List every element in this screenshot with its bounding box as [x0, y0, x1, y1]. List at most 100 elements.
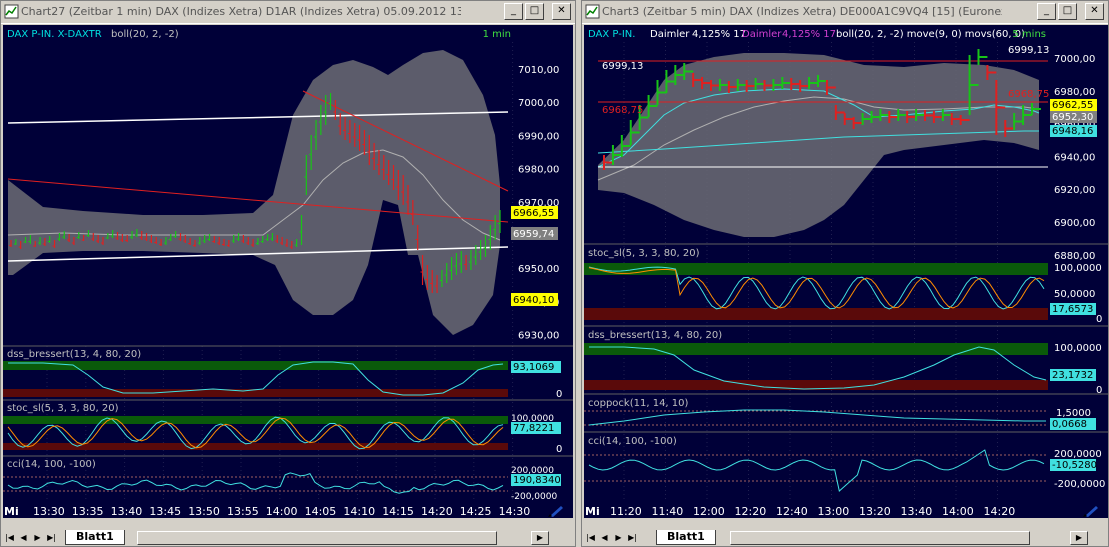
scroll-right-icon[interactable]: ▶ [531, 531, 549, 545]
right-time-tick: 12:20 [735, 505, 767, 518]
left-chart-area[interactable]: DAX P-IN. X-DAXTR boll(20, 2, -2) 1 min … [3, 25, 573, 503]
right-header-stock2: Daimler [742, 29, 782, 40]
chart-window-icon [585, 4, 600, 19]
left-time-tick: 13:30 [33, 505, 65, 518]
left-time-tick: 14:15 [382, 505, 414, 518]
boll-mid-label: 6952,30 [1052, 112, 1093, 123]
left-interval: 1 min [483, 29, 511, 40]
cci-line [588, 449, 1045, 492]
right-time-tick: 13:20 [859, 505, 891, 518]
left-price-tick: 6930,00 [518, 331, 559, 342]
close-icon[interactable]: ✕ [552, 3, 571, 20]
left-title-bar[interactable]: Chart27 (Zeitbar 1 min) DAX (Indizes Xet… [1, 1, 575, 24]
left-cci-title: cci(14, 100, -100) [7, 459, 96, 470]
scroll-right-icon[interactable]: ▶ [1070, 531, 1088, 545]
left-sheet-tab[interactable]: Blatt1 [65, 530, 125, 545]
right-header-stock: Daimler [650, 29, 690, 40]
coppock-axis-top: 1,5000 [1056, 408, 1091, 419]
left-dss-title: dss_bressert(13, 4, 80, 20) [7, 349, 141, 360]
low-price-label: 6940,10 [513, 295, 554, 306]
cci-axis-bottom: -200,0000 [511, 492, 557, 502]
dss-axis-top: 100,0000 [1054, 343, 1102, 354]
right-time-tick: 12:40 [776, 505, 808, 518]
left-time-tick: 14:25 [460, 505, 492, 518]
right-time-tick: 11:40 [652, 505, 684, 518]
stoc-axis-top: 100,0000 [1054, 263, 1102, 274]
right-time-tick: 11:20 [610, 505, 642, 518]
left-time-prefix-label: Mi [4, 505, 19, 518]
right-chart-area[interactable]: DAX P-IN. Daimler 4,125% 17 Daimler 4,12… [584, 25, 1108, 503]
maximize-icon[interactable]: □ [525, 3, 544, 20]
left-chart-canvas[interactable]: DAX P-IN. X-DAXTR boll(20, 2, -2) 1 min … [3, 25, 573, 503]
prev-sheet-icon[interactable]: ◀ [17, 532, 30, 545]
right-interval: 5 mins [1012, 29, 1046, 40]
right-header-indicators: boll(20, 2, -2) move(9, 0) movs(60, 0) [836, 29, 1025, 40]
annotation-mid-right: 6968,75 [1008, 89, 1049, 100]
left-sheet-tabs: |◀ ◀ ▶ ▶| Blatt1 ▶ [1, 530, 575, 546]
first-sheet-icon[interactable]: |◀ [3, 532, 16, 545]
left-horizontal-scrollbar[interactable] [137, 531, 497, 545]
cci-axis-top: 200,0000 [511, 466, 554, 476]
cci-axis-bottom: -200,0000 [1054, 479, 1105, 490]
right-price-axis: 7000,006980,006960,006940,006920,006900,… [1054, 54, 1095, 262]
last-sheet-icon[interactable]: ▶| [626, 532, 639, 545]
right-price-tick: 6940,00 [1054, 152, 1095, 163]
right-price-tick: 6980,00 [1054, 87, 1095, 98]
stoc-axis-zero: 0 [556, 444, 562, 455]
dss-value: 93,1069 [513, 362, 554, 373]
right-cci-title: cci(14, 100, -100) [588, 436, 677, 447]
close-icon[interactable]: ✕ [1085, 3, 1104, 20]
left-price-tick: 6980,00 [518, 165, 559, 176]
maximize-icon[interactable]: □ [1058, 3, 1077, 20]
next-sheet-icon[interactable]: ▶ [31, 532, 44, 545]
right-horizontal-scrollbar[interactable] [730, 531, 1030, 545]
right-time-tick: 12:00 [693, 505, 725, 518]
stoc-oversold-zone [584, 308, 1048, 320]
stoc-overbought-zone [584, 263, 1048, 275]
right-price-tick: 7000,00 [1054, 54, 1095, 65]
left-header-indicator: boll(20, 2, -2) [111, 29, 179, 40]
left-window-title: Chart27 (Zeitbar 1 min) DAX (Indizes Xet… [21, 5, 461, 18]
cci-line [7, 472, 504, 494]
pen-icon[interactable] [1082, 503, 1100, 518]
annotation-mid-left: 6968,75 [602, 105, 643, 116]
right-time-axis-row: Mi 11:20 11:40 12:00 12:20 12:40 13:00 13:20 13… [584, 503, 1108, 518]
first-sheet-icon[interactable]: |◀ [584, 532, 597, 545]
last-price-label: 6966,55 [513, 208, 554, 219]
left-time-tick: 13:40 [111, 505, 143, 518]
right-chart-window: Chart3 (Zeitbar 5 min) DAX (Indizes Xetr… [581, 0, 1109, 547]
minimize-icon[interactable]: _ [1037, 3, 1056, 20]
cci-value: -10,5280 [1052, 460, 1097, 471]
left-stoc-title: stoc_sl(5, 3, 3, 80, 20) [7, 403, 119, 414]
right-time-tick: 13:40 [901, 505, 933, 518]
stoc-axis-mid: 50,0000 [1054, 289, 1095, 300]
left-price-tick: 7010,00 [518, 65, 559, 76]
left-time-axis-row: Mi 13:30 13:35 13:40 13:45 13:50 13:55 14:00 14… [3, 503, 573, 518]
right-price-tick: 6920,00 [1054, 185, 1095, 196]
minimize-icon[interactable]: _ [504, 3, 523, 20]
right-time-tick: 14:00 [942, 505, 974, 518]
right-chart-canvas[interactable]: DAX P-IN. Daimler 4,125% 17 Daimler 4,12… [584, 25, 1108, 503]
last-sheet-icon[interactable]: ▶| [45, 532, 58, 545]
right-title-bar[interactable]: Chart3 (Zeitbar 5 min) DAX (Indizes Xetr… [582, 1, 1108, 24]
next-sheet-icon[interactable]: ▶ [612, 532, 625, 545]
right-price-tick: 6900,00 [1054, 218, 1095, 229]
chart-window-icon [4, 4, 19, 19]
boll-mid-label: 6959,74 [513, 229, 554, 240]
pen-icon[interactable] [547, 503, 565, 518]
right-header-pct2: 4,125% 17 [782, 29, 836, 40]
stoc-axis-zero: 0 [1096, 314, 1102, 325]
coppock-line [588, 409, 1046, 426]
right-time-tick: 14:20 [984, 505, 1016, 518]
right-dss-title: dss_bressert(13, 4, 80, 20) [588, 330, 722, 341]
left-chart-window: Chart27 (Zeitbar 1 min) DAX (Indizes Xet… [0, 0, 576, 547]
ma-label: 6948,16 [1052, 126, 1093, 137]
prev-sheet-icon[interactable]: ◀ [598, 532, 611, 545]
stoc-value: 17,6573 [1052, 304, 1093, 315]
left-time-tick: 14:10 [343, 505, 375, 518]
right-sheet-tab[interactable]: Blatt1 [656, 530, 716, 545]
left-time-tick: 13:55 [227, 505, 259, 518]
right-header-pct: 4,125% 17 [692, 29, 746, 40]
right-coppock-title: coppock(11, 14, 10) [588, 398, 689, 409]
right-price-tick: 6880,00 [1054, 251, 1095, 262]
